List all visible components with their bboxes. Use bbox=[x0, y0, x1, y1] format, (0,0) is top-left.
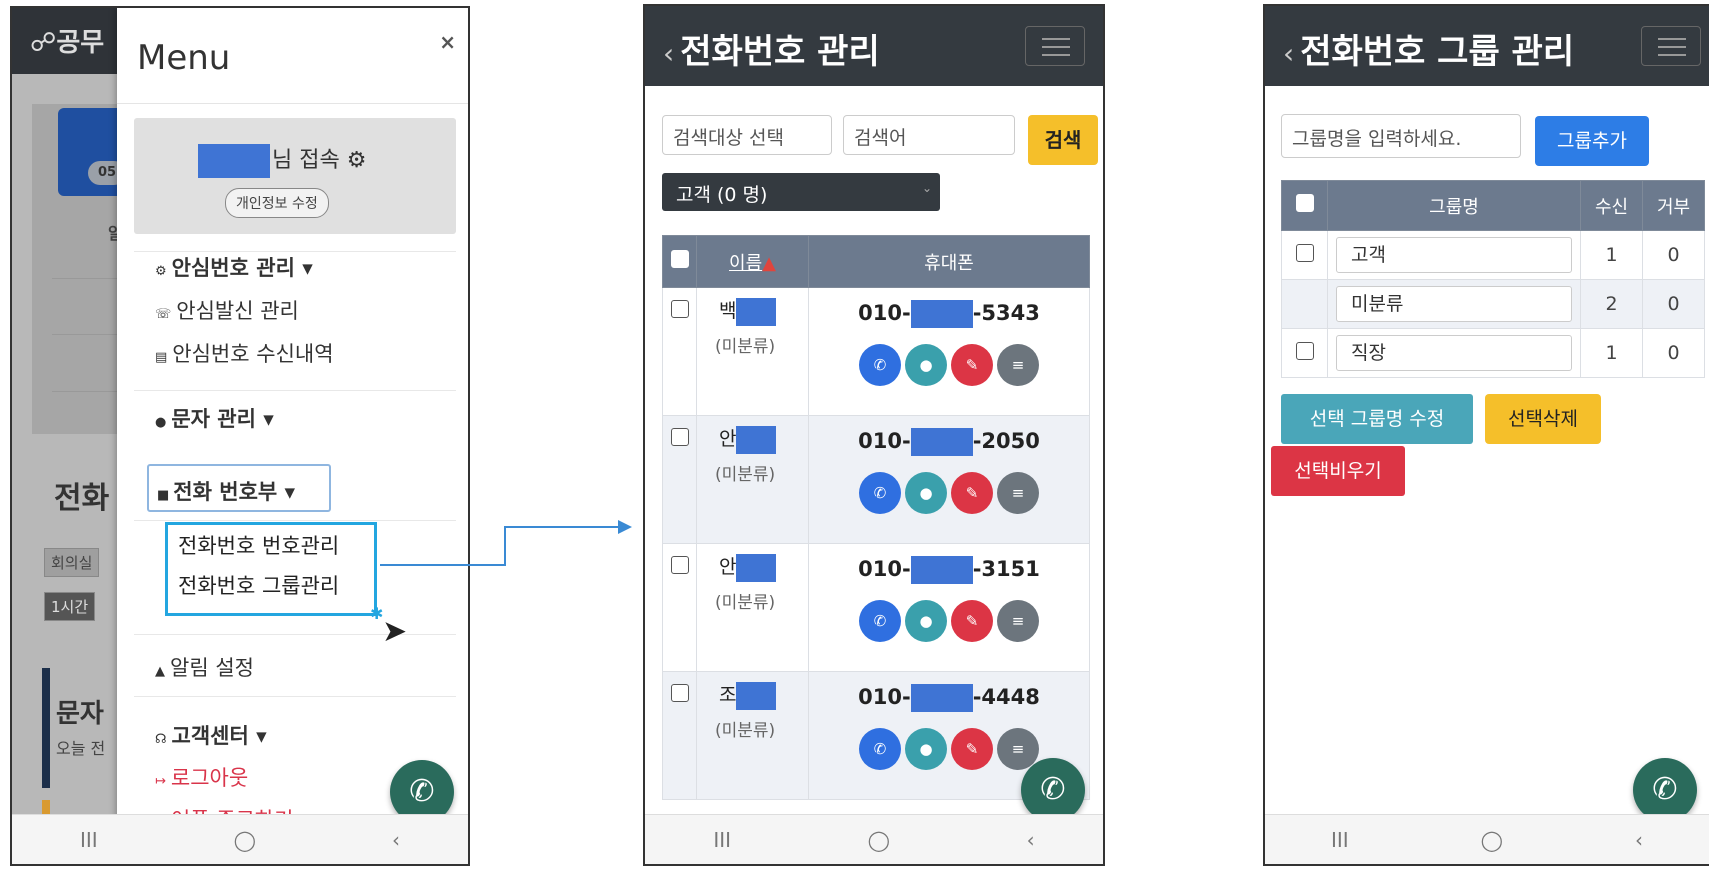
flow-arrow bbox=[380, 520, 632, 566]
flow-arrow-head bbox=[618, 520, 632, 534]
flow-arrow-line bbox=[380, 526, 620, 566]
